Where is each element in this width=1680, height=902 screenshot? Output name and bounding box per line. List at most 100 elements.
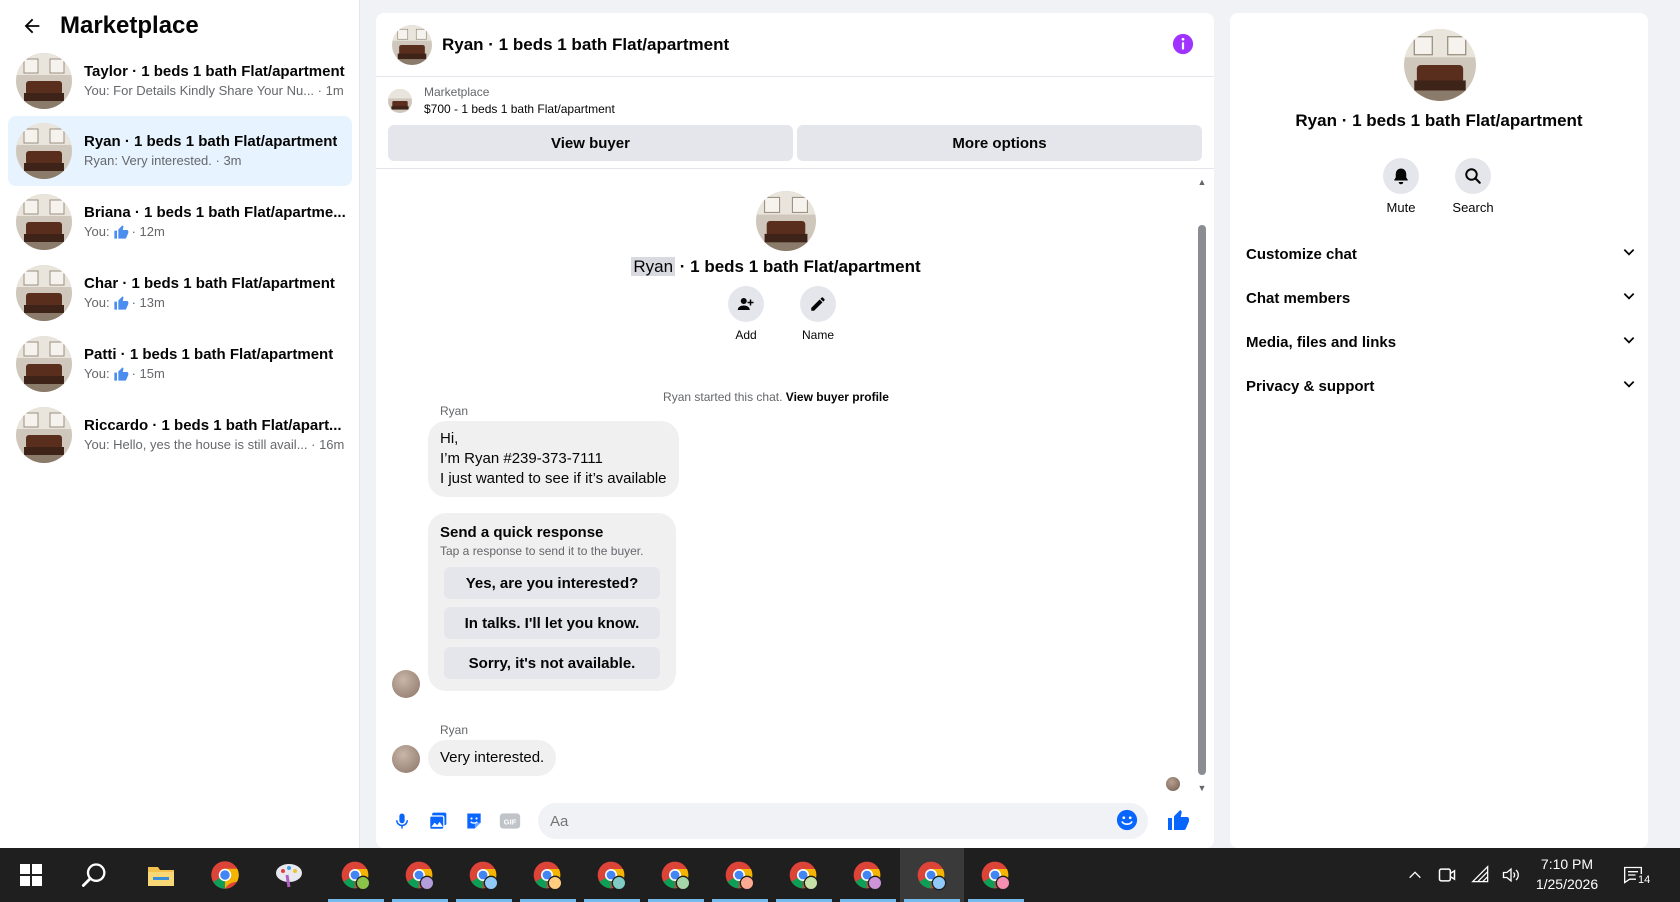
preview-time: · 15m bbox=[131, 366, 165, 381]
panel-title: Ryan · 1 beds 1 bath Flat/apartment bbox=[1295, 111, 1583, 130]
more-options-button[interactable]: More options bbox=[797, 125, 1202, 161]
like-send-icon[interactable] bbox=[1166, 808, 1192, 834]
meet-now-icon[interactable] bbox=[1436, 864, 1458, 886]
file-explorer-icon[interactable] bbox=[144, 858, 178, 892]
chat-avatar[interactable] bbox=[392, 24, 432, 65]
accordion-privacy-support[interactable]: Privacy & support bbox=[1246, 366, 1636, 406]
message-bubble[interactable]: Very interested. bbox=[428, 740, 557, 776]
conversation-item[interactable]: Taylor · 1 beds 1 bath Flat/apartment Yo… bbox=[8, 46, 352, 116]
preview-time: · 13m bbox=[131, 295, 165, 310]
started-text: Ryan started this chat. bbox=[663, 390, 786, 404]
windows-start-icon[interactable] bbox=[14, 858, 48, 892]
windows-taskbar: 7:10 PM 1/25/2026 14 bbox=[0, 848, 1680, 902]
back-arrow-icon[interactable] bbox=[18, 12, 46, 40]
message-input[interactable] bbox=[538, 803, 1148, 839]
listing-thumbnail bbox=[16, 194, 72, 250]
mute-button[interactable]: Mute bbox=[1383, 158, 1419, 215]
pencil-icon bbox=[800, 286, 836, 322]
listing-thumbnail bbox=[388, 89, 412, 113]
accordion-label: Customize chat bbox=[1246, 245, 1357, 263]
preview-prefix: You: bbox=[84, 224, 110, 239]
sender-name: Ryan bbox=[440, 723, 469, 737]
scrollbar-thumb[interactable] bbox=[1198, 225, 1206, 775]
chrome-profile-icon[interactable] bbox=[658, 858, 692, 892]
quick-response-title: Send a quick response bbox=[440, 524, 604, 541]
chrome-profile-icon[interactable] bbox=[466, 858, 500, 892]
add-label: Add bbox=[735, 328, 757, 342]
search-label: Search bbox=[1452, 200, 1494, 215]
microphone-icon[interactable] bbox=[390, 809, 414, 833]
chrome-profile-icon[interactable] bbox=[786, 858, 820, 892]
chrome-profile-icon-active[interactable] bbox=[914, 858, 948, 892]
conversation-title: Char · 1 beds 1 bath Flat/apartment bbox=[84, 275, 335, 292]
sender-avatar[interactable] bbox=[392, 670, 420, 698]
quick-reply-yes-button[interactable]: Yes, are you interested? bbox=[444, 567, 660, 599]
sender-avatar[interactable] bbox=[392, 745, 420, 773]
system-clock[interactable]: 7:10 PM 1/25/2026 bbox=[1532, 854, 1602, 894]
listing-thumbnail bbox=[16, 265, 72, 321]
quick-reply-not-available-button[interactable]: Sorry, it's not available. bbox=[444, 647, 660, 679]
conversation-item-active[interactable]: Ryan · 1 beds 1 bath Flat/apartment Ryan… bbox=[8, 116, 352, 186]
chrome-profile-icon[interactable] bbox=[402, 858, 436, 892]
scroll-up-arrow-icon[interactable]: ▲ bbox=[1196, 177, 1208, 187]
chrome-profile-icon[interactable] bbox=[338, 858, 372, 892]
chrome-profile-icon[interactable] bbox=[978, 858, 1012, 892]
chat-header: Ryan · 1 beds 1 bath Flat/apartment bbox=[376, 13, 1214, 77]
conversation-item[interactable]: Patti · 1 beds 1 bath Flat/apartment You… bbox=[8, 329, 352, 399]
volume-icon[interactable] bbox=[1500, 864, 1522, 886]
listing-kicker: Marketplace bbox=[424, 85, 490, 99]
chrome-profile-icon[interactable] bbox=[722, 858, 756, 892]
name-label: Name bbox=[801, 328, 834, 342]
edit-name-button[interactable]: Name bbox=[800, 286, 836, 342]
view-buyer-button[interactable]: View buyer bbox=[388, 125, 793, 161]
wifi-icon[interactable] bbox=[1470, 864, 1492, 886]
view-buyer-profile-link[interactable]: View buyer profile bbox=[786, 390, 889, 404]
chrome-icon[interactable] bbox=[208, 858, 242, 892]
emoji-icon[interactable] bbox=[1116, 809, 1140, 833]
search-button[interactable]: Search bbox=[1452, 158, 1494, 215]
add-member-button[interactable]: Add bbox=[728, 286, 764, 342]
info-icon[interactable] bbox=[1172, 33, 1194, 55]
quick-reply-in-talks-button[interactable]: In talks. I'll let you know. bbox=[444, 607, 660, 639]
accordion-media-files-links[interactable]: Media, files and links bbox=[1246, 322, 1636, 362]
chrome-profile-icon[interactable] bbox=[530, 858, 564, 892]
chrome-profile-icon[interactable] bbox=[594, 858, 628, 892]
conversation-item[interactable]: Riccardo · 1 beds 1 bath Flat/apart... Y… bbox=[8, 400, 352, 470]
chevron-up-icon[interactable] bbox=[1404, 864, 1426, 886]
message-bubble[interactable]: Hi, I’m Ryan #239-373-7111 I just wanted… bbox=[428, 421, 679, 497]
preview-time: · 12m bbox=[131, 224, 165, 239]
paint-app-icon[interactable] bbox=[272, 858, 306, 892]
clock-date: 1/25/2026 bbox=[1535, 876, 1599, 892]
listing-actions: View buyer More options bbox=[376, 125, 1214, 169]
accordion-customize-chat[interactable]: Customize chat bbox=[1246, 234, 1636, 274]
message-line: Hi, bbox=[440, 430, 459, 447]
preview-prefix: You: bbox=[84, 366, 110, 381]
listing-thumbnail bbox=[16, 407, 72, 463]
chevron-down-icon bbox=[1622, 377, 1636, 396]
svg-text:GIF: GIF bbox=[504, 817, 517, 826]
chat-title[interactable]: Ryan · 1 beds 1 bath Flat/apartment bbox=[442, 35, 729, 55]
chrome-profile-icon[interactable] bbox=[850, 858, 884, 892]
message-line: I just wanted to see if it’s available bbox=[440, 470, 667, 487]
message-list[interactable]: ▲ ▼ Ryan · 1 beds 1 bath Flat/apartment … bbox=[376, 173, 1214, 793]
gif-icon[interactable]: GIF bbox=[498, 809, 522, 833]
thumbs-up-icon bbox=[113, 366, 129, 382]
conversation-title: Taylor · 1 beds 1 bath Flat/apartment bbox=[84, 63, 345, 80]
panel-avatar bbox=[1404, 29, 1476, 101]
listing-summary[interactable]: Marketplace $700 - 1 beds 1 bath Flat/ap… bbox=[376, 77, 1214, 125]
preview-prefix: You: bbox=[84, 295, 110, 310]
scroll-down-arrow-icon[interactable]: ▼ bbox=[1196, 783, 1208, 793]
search-icon[interactable] bbox=[78, 858, 112, 892]
conversation-preview: You: · 12m bbox=[84, 223, 346, 241]
sender-name: Ryan bbox=[440, 404, 469, 418]
conversation-item[interactable]: Char · 1 beds 1 bath Flat/apartment You:… bbox=[8, 258, 352, 328]
conversation-sidebar: Marketplace Taylor · 1 beds 1 bath Flat/… bbox=[0, 0, 360, 848]
accordion-chat-members[interactable]: Chat members bbox=[1246, 278, 1636, 318]
sticker-icon[interactable] bbox=[462, 809, 486, 833]
photo-icon[interactable] bbox=[426, 809, 450, 833]
add-person-icon bbox=[728, 286, 764, 322]
conversation-preview: You: · 13m bbox=[84, 294, 335, 312]
conversation-title: Ryan · 1 beds 1 bath Flat/apartment bbox=[84, 133, 338, 150]
conversation-item[interactable]: Briana · 1 beds 1 bath Flat/apartme... Y… bbox=[8, 187, 352, 257]
sidebar-title: Marketplace bbox=[60, 12, 199, 39]
